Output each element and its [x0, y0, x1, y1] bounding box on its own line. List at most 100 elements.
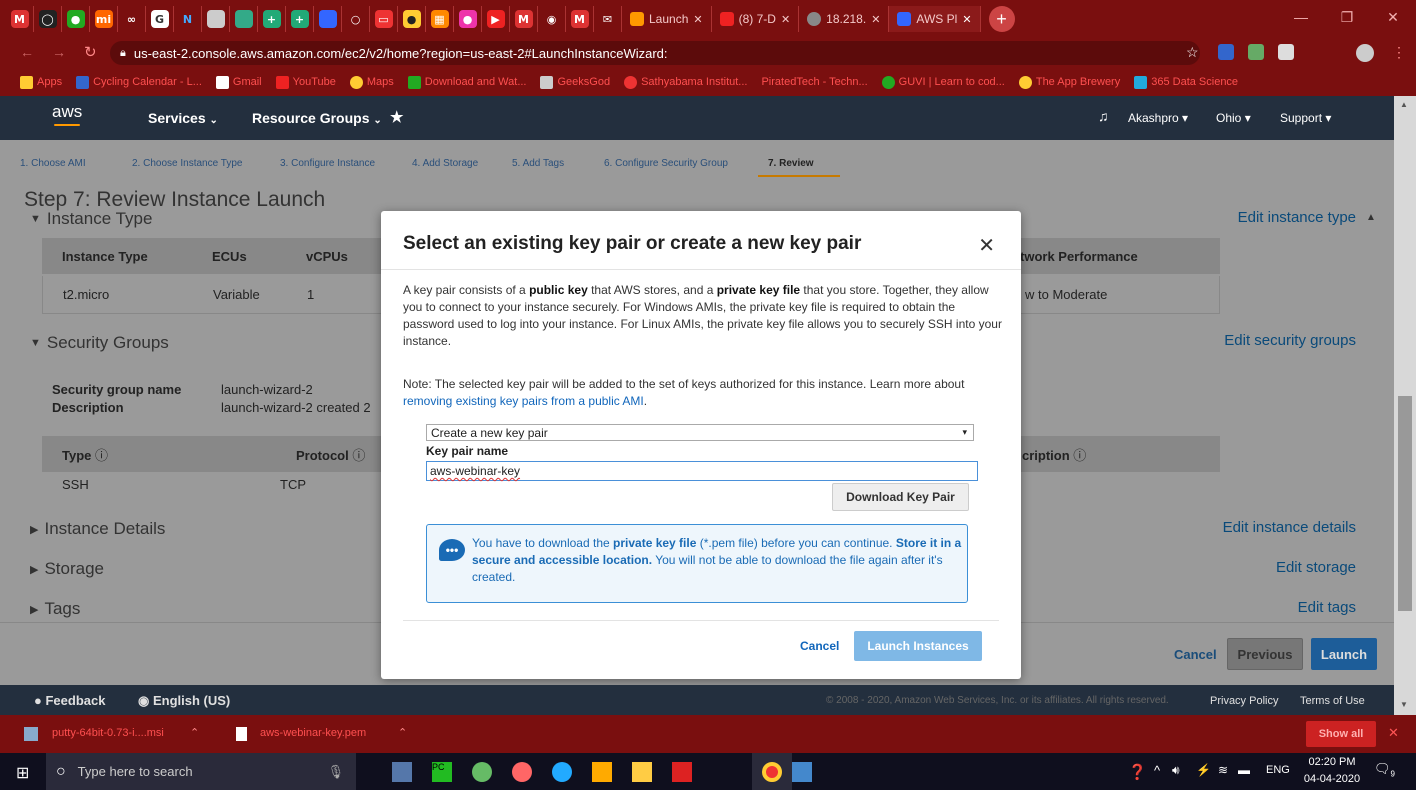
- tab-github[interactable]: ◯: [34, 6, 62, 32]
- language-indicator[interactable]: ENG: [1266, 764, 1290, 776]
- info-icon[interactable]: ⓘ: [1073, 448, 1086, 463]
- scroll-down-icon[interactable]: ▼: [1400, 700, 1408, 709]
- resource-groups-menu[interactable]: Resource Groups ⌄: [252, 110, 382, 126]
- reload-icon[interactable]: ↻: [84, 43, 97, 61]
- close-icon[interactable]: ✕: [1388, 725, 1399, 741]
- user-menu[interactable]: Akashpro ▾: [1128, 111, 1188, 125]
- download-item[interactable]: aws-webinar-key.pem: [260, 727, 366, 739]
- bookmark-cycling[interactable]: Cycling Calendar - L...: [76, 75, 202, 89]
- cancel-link[interactable]: Cancel: [1174, 647, 1217, 662]
- pycharm-icon[interactable]: PC: [432, 762, 452, 782]
- clock-date[interactable]: 04-04-2020: [1300, 773, 1364, 785]
- volume-icon[interactable]: 🔊︎: [1172, 763, 1180, 778]
- close-icon[interactable]: ✕: [693, 13, 702, 26]
- modal-cancel-button[interactable]: Cancel: [800, 639, 839, 653]
- key-pair-select[interactable]: Create a new key pair ▾: [426, 424, 974, 441]
- tab-ip[interactable]: 18.218. ✕: [799, 6, 890, 32]
- tab-pink[interactable]: ●: [454, 6, 482, 32]
- clock-time[interactable]: 02:20 PM: [1304, 756, 1360, 768]
- services-menu[interactable]: Services ⌄: [148, 110, 218, 126]
- app-icon[interactable]: [512, 762, 532, 782]
- tags-section-toggle[interactable]: ▶ Tags: [30, 599, 80, 619]
- forward-icon[interactable]: →: [52, 44, 66, 60]
- edit-instance-type-link[interactable]: Edit instance type: [1170, 209, 1356, 226]
- keyboard-icon[interactable]: ▬: [1238, 763, 1250, 777]
- bookmark-piratedtech[interactable]: PiratedTech - Techn...: [761, 76, 867, 88]
- tab-launch[interactable]: Launch ✕: [622, 6, 712, 32]
- windows-start-icon[interactable]: ⊞: [16, 763, 29, 783]
- close-icon[interactable]: ✕: [781, 13, 790, 26]
- microphone-icon[interactable]: 🎙︎: [327, 764, 344, 780]
- tab-mi[interactable]: mi: [90, 6, 118, 32]
- step-choose-instance-type[interactable]: 2. Choose Instance Type: [132, 158, 242, 169]
- storage-section-toggle[interactable]: ▶ Storage: [30, 559, 104, 579]
- step-configure-instance[interactable]: 3. Configure Instance: [280, 158, 375, 169]
- help-icon[interactable]: ❓: [1128, 763, 1147, 781]
- close-icon[interactable]: ✕: [871, 13, 880, 26]
- feedback-link[interactable]: ● Feedback: [34, 693, 105, 708]
- region-menu[interactable]: Ohio ▾: [1216, 111, 1251, 125]
- step-add-tags[interactable]: 5. Add Tags: [512, 158, 564, 169]
- notification-icon[interactable]: 🗨︎9: [1374, 761, 1395, 779]
- minimize-button[interactable]: —: [1278, 0, 1324, 34]
- tab-gmail3[interactable]: M: [566, 6, 594, 32]
- download-item[interactable]: putty-64bit-0.73-i....msi: [52, 727, 164, 739]
- previous-button[interactable]: Previous: [1227, 638, 1303, 670]
- security-groups-section-toggle[interactable]: ▼ Security Groups: [30, 333, 169, 353]
- bookmark-guvi[interactable]: GUVI | Learn to cod...: [881, 75, 1005, 89]
- bookmark-youtube[interactable]: YouTube: [275, 75, 336, 89]
- edit-storage-link[interactable]: Edit storage: [1170, 559, 1356, 576]
- chevron-up-icon[interactable]: ⌃: [190, 726, 199, 739]
- tab-youtube[interactable]: ▶: [482, 6, 510, 32]
- tab-circle[interactable]: ○: [342, 6, 370, 32]
- menu-icon[interactable]: ⋮: [1392, 44, 1406, 61]
- taskbar-search[interactable]: ○ Type here to search 🎙︎: [46, 753, 356, 790]
- tab-gmail2[interactable]: M: [510, 6, 538, 32]
- tab-globe[interactable]: ◉: [538, 6, 566, 32]
- url-input[interactable]: 🔒︎ us-east-2.console.aws.amazon.com/ec2/…: [110, 41, 1200, 65]
- bookmark-sathyabama[interactable]: Sathyabama Institut...: [624, 75, 747, 89]
- profile-avatar[interactable]: [1356, 44, 1374, 62]
- bookmark-maps[interactable]: Maps: [349, 75, 394, 89]
- tab-chart[interactable]: [202, 6, 230, 32]
- bell-icon[interactable]: ♫: [1098, 108, 1109, 124]
- remove-key-pairs-link[interactable]: removing existing key pairs from a publi…: [403, 394, 644, 408]
- instance-type-section-toggle[interactable]: ▼ Instance Type: [30, 209, 152, 229]
- step-choose-ami[interactable]: 1. Choose AMI: [20, 158, 86, 169]
- tab-sheets1[interactable]: [230, 6, 258, 32]
- launch-button[interactable]: Launch: [1311, 638, 1377, 670]
- tab-sheets2[interactable]: +: [258, 6, 286, 32]
- info-icon[interactable]: ⓘ: [352, 448, 365, 463]
- terms-of-use-link[interactable]: Terms of Use: [1300, 695, 1365, 707]
- language-link[interactable]: ◉ English (US): [138, 693, 230, 709]
- maximize-button[interactable]: ❐: [1324, 0, 1370, 34]
- back-icon[interactable]: ←: [20, 44, 34, 60]
- chrome-taskbar-button[interactable]: [752, 753, 792, 790]
- extension-icon[interactable]: [1248, 44, 1264, 60]
- tab-mail[interactable]: ✉: [594, 6, 622, 32]
- bookmark-gmail[interactable]: Gmail: [215, 75, 262, 89]
- caret-up-icon[interactable]: ▲: [1366, 212, 1376, 223]
- edit-security-groups-link[interactable]: Edit security groups: [1170, 332, 1356, 349]
- tab-gmail[interactable]: M: [6, 6, 34, 32]
- task-view-icon[interactable]: [392, 762, 412, 782]
- tab-sheets3[interactable]: +: [286, 6, 314, 32]
- tab-loop[interactable]: ∞: [118, 6, 146, 32]
- tab-docs[interactable]: [314, 6, 342, 32]
- tab-yellow[interactable]: ●: [398, 6, 426, 32]
- edit-instance-details-link[interactable]: Edit instance details: [1170, 519, 1356, 536]
- bookmark-download[interactable]: Download and Wat...: [407, 75, 526, 89]
- scroll-up-icon[interactable]: ▲: [1400, 100, 1408, 109]
- edit-tags-link[interactable]: Edit tags: [1170, 599, 1356, 616]
- key-pair-name-input[interactable]: aws-webinar-key: [426, 461, 978, 481]
- battery-icon[interactable]: ⚡: [1196, 763, 1211, 777]
- page-scrollbar[interactable]: ▲ ▼: [1394, 96, 1416, 715]
- launch-instances-button[interactable]: Launch Instances: [854, 631, 982, 661]
- vlc-icon[interactable]: [592, 762, 612, 782]
- tab-youtube-full[interactable]: (8) 7-D ✕: [712, 6, 800, 32]
- anaconda-icon[interactable]: [472, 762, 492, 782]
- close-icon[interactable]: ✕: [962, 13, 971, 26]
- tab-n[interactable]: N: [174, 6, 202, 32]
- step-review[interactable]: 7. Review: [768, 158, 814, 169]
- chevron-up-icon[interactable]: ^: [1154, 763, 1160, 778]
